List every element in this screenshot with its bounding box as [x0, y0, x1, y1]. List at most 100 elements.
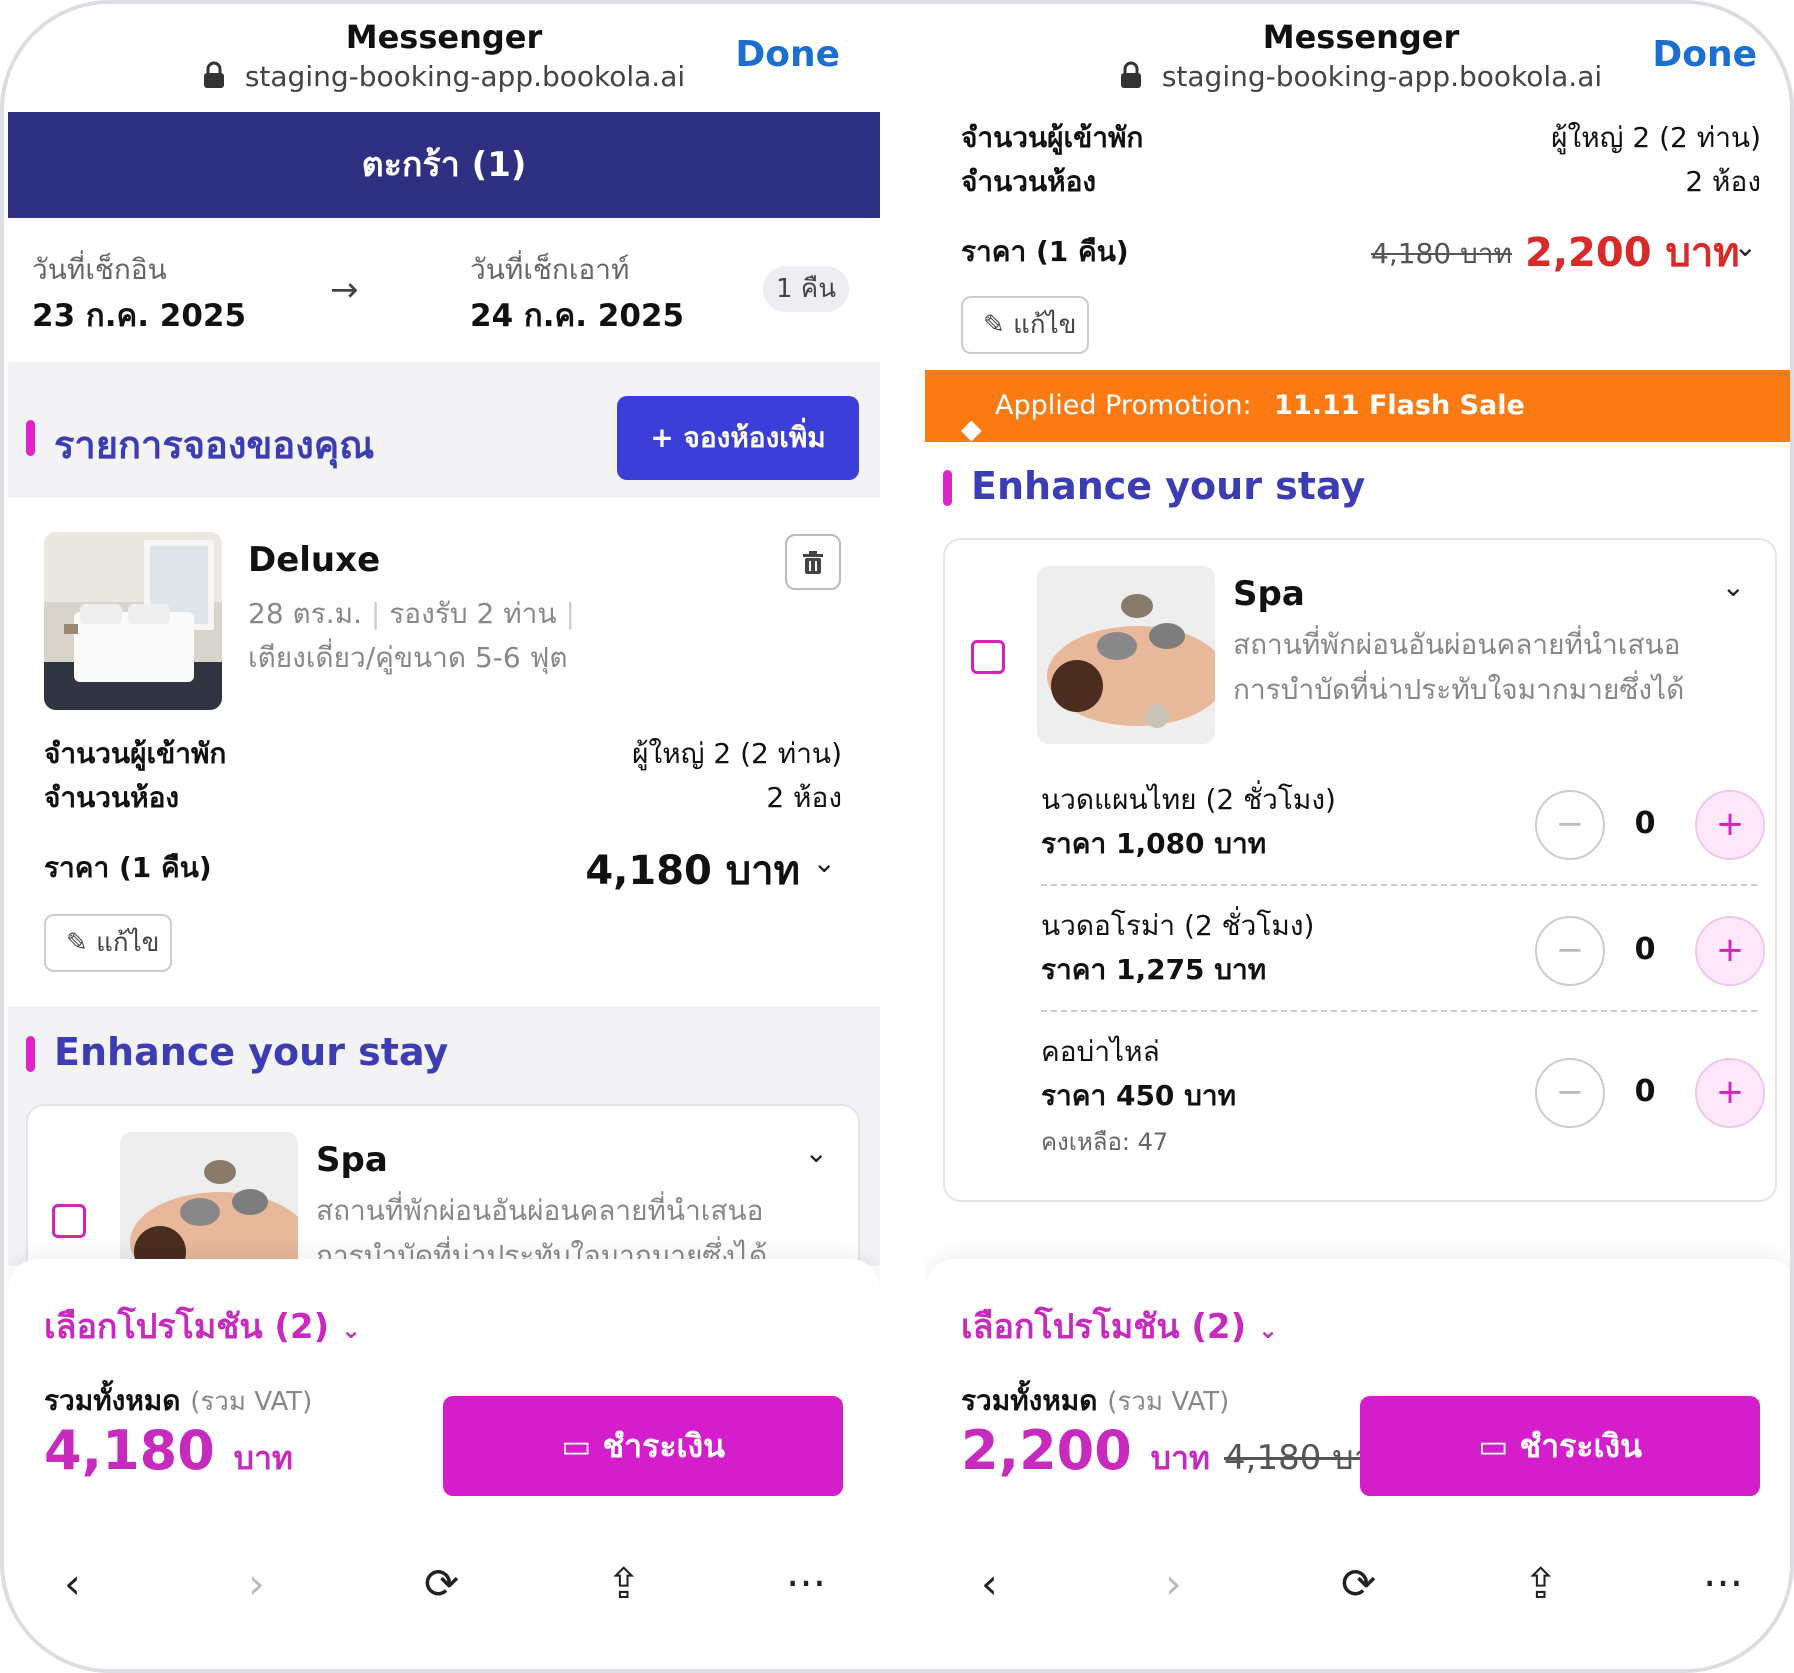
guests-value: ผู้ใหญ่ 2 (2 ท่าน) — [632, 737, 842, 770]
checkout-label: วันที่เช็กเอาท์ — [470, 253, 630, 286]
guests-value: ผู้ใหญ่ 2 (2 ท่าน) — [1551, 121, 1761, 154]
price-discounted: 2,200 บาท — [1525, 230, 1740, 276]
reload-icon[interactable]: ⟳ — [424, 1559, 459, 1608]
browser-topbar: Messenger staging-booking-app.bookola.ai… — [925, 4, 1790, 112]
chevron-up-icon[interactable]: ⌄ — [1722, 570, 1745, 603]
decrement-button[interactable]: − — [1535, 916, 1605, 986]
rooms-value: 2 ห้อง — [1685, 165, 1761, 198]
spa-checkbox[interactable] — [52, 1204, 86, 1238]
room-capacity: รองรับ 2 ท่าน — [389, 597, 557, 630]
total-value: 2,200 — [961, 1419, 1132, 1482]
pay-label: ชำระเงิน — [1519, 1427, 1642, 1465]
reload-icon[interactable]: ⟳ — [1341, 1559, 1376, 1608]
spa-card[interactable]: Spa สถานที่พักผ่อนอันผ่อนคลายที่นำเสนอกา… — [943, 538, 1777, 1202]
total-amount: 4,180 บาท — [44, 1419, 293, 1484]
more-icon[interactable]: ··· — [786, 1559, 826, 1608]
device-frame: Messenger staging-booking-app.bookola.ai… — [0, 0, 1794, 1673]
back-icon[interactable]: ‹ — [981, 1559, 998, 1608]
service-name: นวดแผนไทย (2 ชั่วโมง) — [1041, 783, 1336, 816]
room-specs: 28 ตร.ม. | รองรับ 2 ท่าน | — [248, 597, 575, 630]
rooms-value: 2 ห้อง — [766, 781, 842, 814]
chevron-down-icon[interactable]: ⌄ — [813, 846, 836, 879]
cart-header: ตะกร้า (1) — [8, 112, 880, 218]
bookings-section-title: รายการจองของคุณ — [26, 414, 374, 475]
chevron-down-icon[interactable]: ⌄ — [805, 1136, 828, 1169]
delete-room-button[interactable] — [785, 534, 841, 590]
total-text: รวมทั้งหมด — [961, 1384, 1098, 1417]
rooms-label: จำนวนห้อง — [961, 165, 1097, 198]
url-text: staging-booking-app.bookola.ai — [244, 60, 686, 93]
spa-checkbox[interactable] — [971, 640, 1005, 674]
nights-badge: 1 คืน — [763, 266, 849, 312]
increment-button[interactable]: + — [1695, 916, 1765, 986]
total-value: 4,180 — [44, 1419, 215, 1482]
increment-button[interactable]: + — [1695, 790, 1765, 860]
card-icon: ▭ — [1478, 1427, 1509, 1465]
pencil-icon: ✎ — [66, 928, 88, 958]
pay-button[interactable]: ▭ ชำระเงิน — [1360, 1396, 1760, 1496]
done-button[interactable]: Done — [1652, 34, 1757, 75]
decrement-button[interactable]: − — [1535, 1058, 1605, 1128]
room-bed: เตียงเดี่ยว/คู่ขนาด 5-6 ฟุต — [248, 641, 568, 674]
pay-label: ชำระเงิน — [602, 1427, 725, 1465]
forward-icon[interactable]: › — [1165, 1559, 1182, 1608]
service-price: ราคา 1,080 บาท — [1041, 827, 1267, 860]
date-range[interactable]: วันที่เช็กอิน 23 ก.ค. 2025 วันที่เช็กเอา… — [8, 218, 880, 362]
room-name: Deluxe — [248, 540, 381, 580]
edit-room-button[interactable]: ✎ แก้ไข — [961, 296, 1089, 354]
share-icon[interactable]: ⇪ — [1523, 1559, 1558, 1608]
lock-icon — [1120, 61, 1141, 88]
browser-topbar: Messenger staging-booking-app.bookola.ai… — [8, 4, 880, 112]
applied-promo-label: Applied Promotion: — [995, 390, 1252, 421]
spa-description: สถานที่พักผ่อนอันผ่อนคลายที่นำเสนอการบำบ… — [1233, 628, 1685, 706]
done-button[interactable]: Done — [735, 34, 840, 75]
service-price: ราคา 450 บาท — [1041, 1079, 1237, 1112]
increment-button[interactable]: + — [1695, 1058, 1765, 1128]
share-icon[interactable]: ⇪ — [606, 1559, 641, 1608]
select-promotion-link[interactable]: เลือกโปรโมชัน (2) ⌄ — [44, 1299, 361, 1353]
screen-cart-top: Messenger staging-booking-app.bookola.ai… — [8, 4, 880, 1669]
browser-nav: ‹ › ⟳ ⇪ ··· — [925, 1559, 1790, 1639]
service-price: ราคา 1,275 บาท — [1041, 953, 1267, 986]
room-size: 28 ตร.ม. — [248, 597, 363, 630]
room-photo — [44, 532, 222, 710]
decrement-button[interactable]: − — [1535, 790, 1605, 860]
enhance-section-title: Enhance your stay — [26, 1030, 448, 1074]
divider — [1041, 884, 1757, 886]
pencil-icon: ✎ — [983, 310, 1005, 340]
chevron-down-icon[interactable]: ⌄ — [1734, 230, 1757, 263]
chevron-down-icon: ⌄ — [340, 1316, 362, 1344]
chevron-down-icon: ⌄ — [1257, 1316, 1279, 1344]
spa-description: สถานที่พักผ่อนอันผ่อนคลายที่นำเสนอการบำบ… — [316, 1194, 768, 1268]
more-icon[interactable]: ··· — [1703, 1559, 1743, 1608]
price-value: 4,180 บาท — [585, 848, 800, 894]
back-icon[interactable]: ‹ — [64, 1559, 81, 1608]
add-room-button[interactable]: + จองห้องเพิ่ม — [617, 396, 859, 480]
pay-button[interactable]: ▭ ชำระเงิน — [443, 1396, 843, 1496]
promo-name: 11.11 Flash Sale — [1274, 390, 1525, 421]
edit-room-button[interactable]: ✎ แก้ไข — [44, 914, 172, 972]
vat-note: (รวม VAT) — [1107, 1387, 1230, 1417]
total-unit: บาท — [1150, 1439, 1210, 1477]
rooms-label: จำนวนห้อง — [44, 781, 180, 814]
quantity-value: 0 — [1634, 932, 1656, 967]
divider — [1041, 1010, 1757, 1012]
applied-promotion-banner: ◆ Applied Promotion: 11.11 Flash Sale — [925, 370, 1790, 445]
spa-title: Spa — [316, 1140, 388, 1180]
edit-label: แก้ไข — [96, 928, 160, 958]
spa-photo — [1037, 566, 1215, 744]
trash-icon — [803, 551, 823, 574]
vat-note: (รวม VAT) — [190, 1387, 313, 1417]
total-unit: บาท — [233, 1439, 293, 1477]
quantity-value: 0 — [1634, 806, 1656, 841]
select-promotion-link[interactable]: เลือกโปรโมชัน (2) ⌄ — [961, 1299, 1278, 1353]
total-label: รวมทั้งหมด (รวม VAT) — [44, 1379, 312, 1423]
edit-label: แก้ไข — [1013, 310, 1077, 340]
price-original: 4,180 บาท — [1371, 237, 1513, 270]
guests-label: จำนวนผู้เข้าพัก — [961, 121, 1144, 154]
forward-icon[interactable]: › — [248, 1559, 265, 1608]
service-name: นวดอโรม่า (2 ชั่วโมง) — [1041, 909, 1315, 942]
browser-nav: ‹ › ⟳ ⇪ ··· — [8, 1559, 880, 1639]
arrow-right-icon: → — [330, 270, 359, 310]
service-stock: คงเหลือ: 47 — [1041, 1128, 1169, 1156]
